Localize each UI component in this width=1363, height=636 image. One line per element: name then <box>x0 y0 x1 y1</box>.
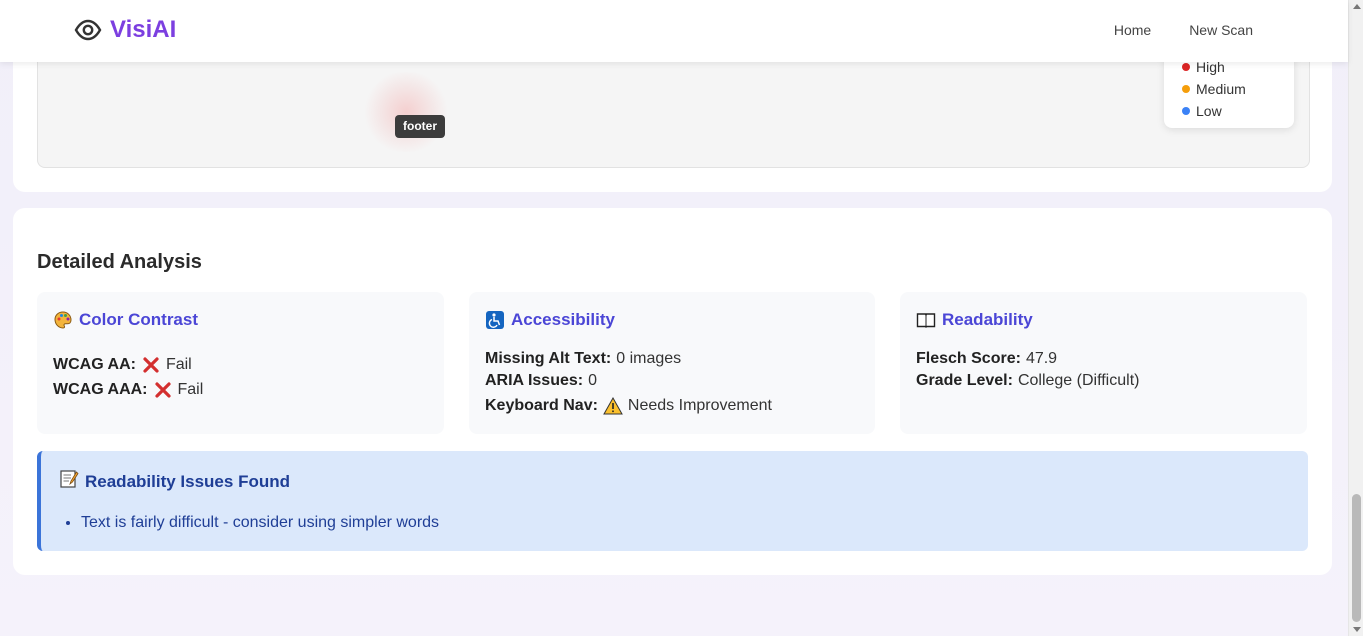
scroll-up-icon[interactable] <box>1353 4 1361 9</box>
brand-link[interactable]: VisiAI <box>74 16 176 44</box>
aria-issues-value: 0 <box>588 372 598 389</box>
scrollbar-thumb[interactable] <box>1352 494 1361 622</box>
keyboard-nav-row: Keyboard Nav: Needs Improvement <box>485 395 859 417</box>
main-nav: Home New Scan <box>1114 22 1253 38</box>
wcag-aa-row: WCAG AA: Fail <box>53 354 428 376</box>
wcag-aa-value: Fail <box>165 356 192 373</box>
accessibility-panel: Accessibility Missing Alt Text: 0 images… <box>469 292 875 434</box>
flesch-score-label: Flesch Score: <box>916 350 1021 367</box>
flesch-score-value: 47.9 <box>1025 350 1058 367</box>
grade-level-row: Grade Level: College (Difficult) <box>916 370 1291 392</box>
aria-issues-label: ARIA Issues: <box>485 372 584 389</box>
wcag-aaa-value: Fail <box>177 381 204 398</box>
detailed-analysis-card: Detailed Analysis Color Contrast WCAG AA… <box>13 208 1332 575</box>
legend-label-low: Low <box>1196 103 1222 119</box>
readability-issues-list: Text is fairly difficult - consider usin… <box>81 514 1290 532</box>
missing-alt-value: 0 images <box>616 350 682 367</box>
element-tag-footer: footer <box>395 115 445 138</box>
aria-issues-row: ARIA Issues: 0 <box>485 370 859 392</box>
section-title: Detailed Analysis <box>37 251 202 273</box>
readability-issues-heading: Readability Issues Found <box>59 469 1290 494</box>
readability-title: Readability <box>942 310 1033 329</box>
readability-heading: Readability <box>916 310 1291 330</box>
warning-icon <box>603 396 623 416</box>
accessibility-title: Accessibility <box>511 310 615 329</box>
heatmap-hotspot <box>356 72 456 152</box>
brand-name: VisiAI <box>110 16 177 43</box>
cross-icon <box>153 380 173 400</box>
legend-dot-medium <box>1182 85 1190 93</box>
accessibility-heading: Accessibility <box>485 310 859 330</box>
grade-level-value: College (Difficult) <box>1017 372 1140 389</box>
keyboard-nav-value: Needs Improvement <box>627 397 772 414</box>
book-icon <box>916 310 936 330</box>
legend-dot-low <box>1182 107 1190 115</box>
legend-item-low: Low <box>1182 100 1294 122</box>
flesch-score-row: Flesch Score: 47.9 <box>916 348 1291 370</box>
legend-item-medium: Medium <box>1182 78 1294 100</box>
missing-alt-row: Missing Alt Text: 0 images <box>485 348 859 370</box>
missing-alt-label: Missing Alt Text: <box>485 350 612 367</box>
grade-level-label: Grade Level: <box>916 372 1013 389</box>
wheelchair-icon <box>485 310 505 330</box>
top-navbar: VisiAI Home New Scan <box>0 0 1348 62</box>
wcag-aa-label: WCAG AA: <box>53 356 136 373</box>
color-contrast-heading: Color Contrast <box>53 310 428 330</box>
eye-icon <box>74 16 102 44</box>
color-contrast-title: Color Contrast <box>79 310 198 329</box>
page-scrollbar[interactable] <box>1348 0 1363 636</box>
cross-icon <box>141 355 161 375</box>
legend-label-medium: Medium <box>1196 81 1246 97</box>
nav-new-scan-link[interactable]: New Scan <box>1189 22 1253 38</box>
scroll-down-icon[interactable] <box>1353 627 1361 632</box>
readability-issues-box: Readability Issues Found Text is fairly … <box>37 451 1308 551</box>
heatmap-card: footer High Medium Low <box>13 40 1332 192</box>
wcag-aaa-row: WCAG AAA: Fail <box>53 379 428 401</box>
palette-icon <box>53 310 73 330</box>
list-item: Text is fairly difficult - consider usin… <box>81 514 1290 532</box>
nav-home-link[interactable]: Home <box>1114 22 1151 38</box>
readability-issues-title: Readability Issues Found <box>85 471 290 491</box>
keyboard-nav-label: Keyboard Nav: <box>485 397 598 414</box>
readability-panel: Readability Flesch Score: 47.9 Grade Lev… <box>900 292 1307 434</box>
legend-dot-high <box>1182 63 1190 71</box>
wcag-aaa-label: WCAG AAA: <box>53 381 148 398</box>
color-contrast-panel: Color Contrast WCAG AA: Fail WCAG AAA: F… <box>37 292 444 434</box>
memo-icon <box>59 469 79 494</box>
